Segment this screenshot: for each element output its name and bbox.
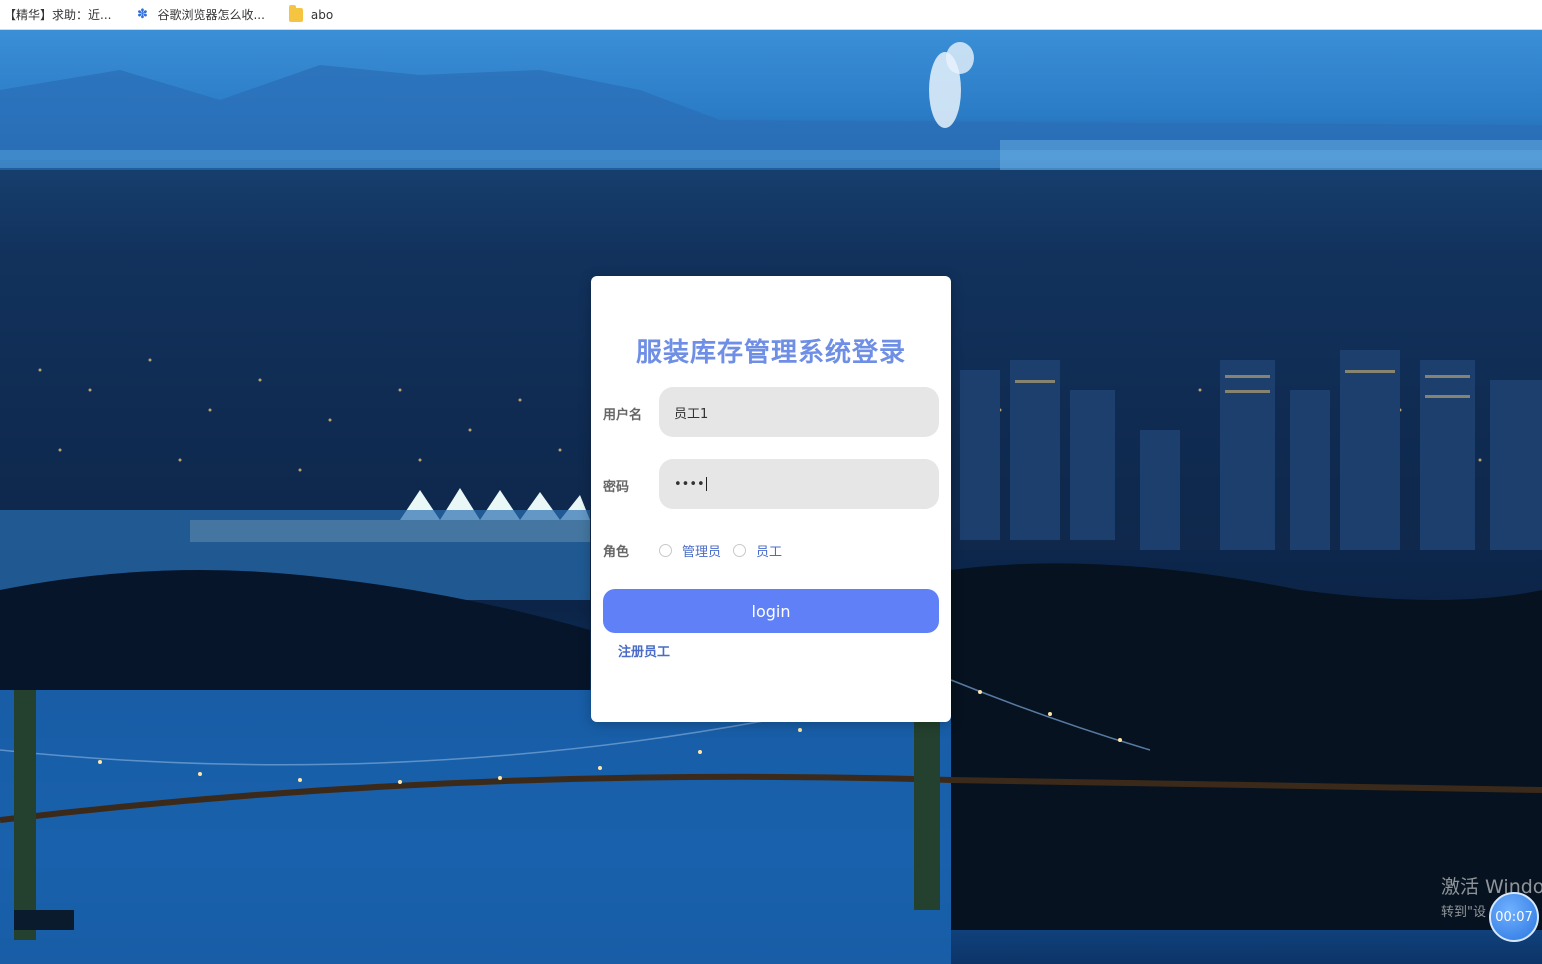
password-input[interactable]: •••• bbox=[659, 459, 939, 509]
login-button[interactable]: login bbox=[603, 589, 939, 633]
role-radio-admin[interactable]: 管理员 bbox=[659, 541, 721, 560]
radio-circle-icon[interactable] bbox=[733, 544, 747, 557]
username-label: 用户名 bbox=[603, 408, 643, 423]
role-option-label: 管理员 bbox=[682, 545, 722, 560]
bookmark-item-3[interactable]: abo bbox=[288, 4, 334, 22]
recording-timer[interactable]: 00:07 bbox=[1489, 892, 1539, 942]
role-radio-employee[interactable]: 员工 bbox=[733, 541, 782, 560]
bookmark-label: 谷歌浏览器怎么收... bbox=[157, 8, 265, 22]
username-value: 员工1 bbox=[674, 406, 709, 422]
password-value: •••• bbox=[674, 476, 705, 492]
role-option-label: 员工 bbox=[756, 545, 783, 560]
text-cursor bbox=[705, 477, 707, 491]
radio-circle-icon[interactable] bbox=[659, 544, 672, 557]
paw-icon: ✽ bbox=[137, 6, 148, 22]
bookmarks-bar: 【精华】求助：近... ✽ 谷歌浏览器怎么收... abo bbox=[0, 0, 1542, 30]
login-card: 服装库存管理系统登录 用户名 员工1 密码 •••• 角色 管理员 员工 log… bbox=[591, 276, 951, 722]
bookmark-label: abo bbox=[310, 7, 334, 22]
bookmark-item-2[interactable]: ✽ 谷歌浏览器怎么收... bbox=[135, 6, 265, 23]
password-label: 密码 bbox=[603, 480, 630, 495]
role-radio-group: 管理员 员工 bbox=[659, 541, 794, 560]
bookmark-label: 【精华】求助：近... bbox=[4, 8, 112, 22]
folder-icon bbox=[288, 4, 303, 22]
username-input[interactable]: 员工1 bbox=[659, 387, 939, 437]
bookmark-item-1[interactable]: 【精华】求助：近... bbox=[4, 6, 111, 23]
register-employee-link[interactable]: 注册员工 bbox=[618, 641, 670, 660]
role-label: 角色 bbox=[603, 545, 630, 560]
page-title: 服装库存管理系统登录 bbox=[635, 338, 906, 368]
